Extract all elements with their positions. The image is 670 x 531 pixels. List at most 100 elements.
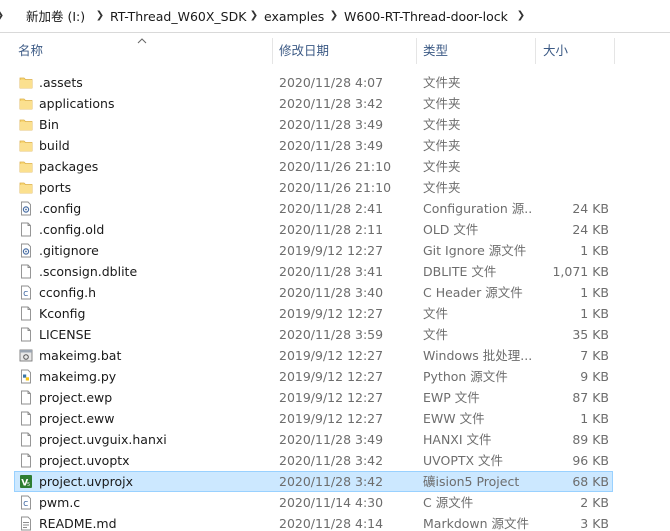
file-row[interactable]: .config 2020/11/28 2:41 Configuration 源...… — [0, 198, 670, 219]
chevron-right-icon[interactable]: ❯ — [515, 9, 527, 23]
file-list: .assets 2020/11/28 4:07 文件夹 applications 202… — [0, 72, 670, 531]
file-name[interactable]: README.md — [39, 515, 271, 531]
file-date: 2019/9/12 12:27 — [279, 411, 384, 426]
file-row[interactable]: packages 2020/11/26 21:10 文件夹 — [0, 156, 670, 177]
file-size: 9 KB — [580, 369, 609, 384]
file-row[interactable]: Ccconfig.h 2020/11/28 3:40 C Header 源文件 1 K… — [0, 282, 670, 303]
file-date: 2020/11/28 3:42 — [279, 474, 384, 489]
file-type: 文件 — [423, 327, 449, 342]
file-name[interactable]: makeimg.bat — [39, 347, 271, 364]
file-name[interactable]: pwm.c — [39, 494, 271, 511]
file-name[interactable]: Bin — [39, 116, 271, 133]
chevron-right-icon[interactable]: ❯ — [94, 9, 106, 23]
breadcrumb-current-folder[interactable]: W600-RT-Thread-door-lock — [344, 8, 508, 25]
file-row[interactable]: README.md 2020/11/28 4:14 Markdown 源文件 3 KB — [0, 513, 670, 531]
file-name[interactable]: .sconsign.dblite — [39, 263, 271, 280]
file-name[interactable]: makeimg.py — [39, 368, 271, 385]
file-row[interactable]: project.eww 2019/9/12 12:27 EWW 文件 1 KB — [0, 408, 670, 429]
column-divider[interactable] — [416, 38, 417, 64]
file-row[interactable]: project.uvguix.hanxi 2020/11/28 3:49 HANXI… — [0, 429, 670, 450]
file-name[interactable]: .config — [39, 200, 271, 217]
file-name[interactable]: cconfig.h — [39, 284, 271, 301]
file-row[interactable]: project.ewp 2019/9/12 12:27 EWP 文件 87 KB — [0, 387, 670, 408]
column-type-header[interactable]: 类型 — [423, 43, 448, 59]
file-type: Markdown 源文件 — [423, 516, 530, 531]
file-name[interactable]: LICENSE — [39, 326, 271, 343]
file-type: Configuration 源... — [423, 201, 533, 216]
breadcrumb-drive[interactable]: 新加卷 (I:) — [26, 8, 85, 25]
svg-text:C: C — [23, 290, 28, 298]
file-type: 文件夹 — [423, 75, 461, 90]
file-row[interactable]: ports 2020/11/26 21:10 文件夹 — [0, 177, 670, 198]
file-name[interactable]: build — [39, 137, 271, 154]
file-type: EWW 文件 — [423, 411, 485, 426]
file-type: Git Ignore 源文件 — [423, 243, 527, 258]
file-name[interactable]: packages — [39, 158, 271, 175]
file-date: 2020/11/28 4:14 — [279, 516, 384, 531]
file-row[interactable]: .sconsign.dblite 2020/11/28 3:41 DBLITE 文件… — [0, 261, 670, 282]
python-file-icon — [19, 369, 33, 384]
column-size-header[interactable]: 大小 — [543, 43, 568, 59]
file-row[interactable]: .config.old 2020/11/28 2:11 OLD 文件 24 KB — [0, 219, 670, 240]
file-size — [540, 137, 609, 154]
file-date: 2020/11/28 3:49 — [279, 138, 384, 153]
breadcrumb-sdk[interactable]: RT-Thread_W60X_SDK — [110, 8, 246, 25]
file-name[interactable]: Kconfig — [39, 305, 271, 322]
file-type: HANXI 文件 — [423, 432, 492, 447]
chevron-right-icon[interactable]: ❯ — [248, 9, 260, 23]
column-divider[interactable] — [614, 38, 615, 64]
file-row[interactable]: applications 2020/11/28 3:42 文件夹 — [0, 93, 670, 114]
sort-ascending-icon — [137, 38, 147, 44]
file-row[interactable]: Cpwm.c 2020/11/14 4:30 C 源文件 2 KB — [0, 492, 670, 513]
file-size: 87 KB — [572, 390, 609, 405]
file-icon — [19, 264, 33, 279]
file-row[interactable]: V 5 project.uvprojx 2020/11/28 3:42 礦ision5 … — [0, 471, 670, 492]
file-size — [540, 74, 609, 91]
file-name[interactable]: .gitignore — [39, 242, 271, 259]
config-file-icon — [19, 243, 33, 258]
file-row[interactable]: makeimg.py 2019/9/12 12:27 Python 源文件 9 KB — [0, 366, 670, 387]
chevron-right-icon[interactable]: ❯ — [0, 9, 6, 23]
file-row[interactable]: LICENSE 2020/11/28 3:59 文件 35 KB — [0, 324, 670, 345]
file-name[interactable]: project.eww — [39, 410, 271, 427]
column-name-header[interactable]: 名称 — [18, 43, 43, 59]
file-type: 文件夹 — [423, 117, 461, 132]
file-size: 68 KB — [572, 474, 609, 489]
file-name[interactable]: project.uvguix.hanxi — [39, 431, 271, 448]
file-row[interactable]: .assets 2020/11/28 4:07 文件夹 — [0, 72, 670, 93]
address-bar[interactable]: ❯ 新加卷 (I:) ❯ RT-Thread_W60X_SDK ❯ exampl… — [0, 0, 670, 33]
file-size: 1 KB — [580, 411, 609, 426]
file-name[interactable]: ports — [39, 179, 271, 196]
file-name[interactable]: project.uvprojx — [39, 473, 271, 490]
file-row[interactable]: makeimg.bat 2019/9/12 12:27 Windows 批处理...… — [0, 345, 670, 366]
file-row[interactable]: Bin 2020/11/28 3:49 文件夹 — [0, 114, 670, 135]
column-divider[interactable] — [272, 38, 273, 64]
folder-icon — [19, 96, 33, 111]
column-divider[interactable] — [535, 38, 536, 64]
file-row[interactable]: Kconfig 2019/9/12 12:27 文件 1 KB — [0, 303, 670, 324]
file-size — [540, 95, 609, 112]
file-name[interactable]: .assets — [39, 74, 271, 91]
file-date: 2019/9/12 12:27 — [279, 390, 384, 405]
file-icon — [19, 306, 33, 321]
file-row[interactable]: .gitignore 2019/9/12 12:27 Git Ignore 源文件 1… — [0, 240, 670, 261]
file-type: 礦ision5 Project — [423, 474, 520, 489]
chevron-right-icon[interactable]: ❯ — [328, 9, 340, 23]
file-type: C 源文件 — [423, 495, 474, 510]
file-icon — [19, 432, 33, 447]
file-name[interactable]: applications — [39, 95, 271, 112]
folder-icon — [19, 117, 33, 132]
folder-icon — [19, 159, 33, 174]
column-date-header[interactable]: 修改日期 — [279, 43, 329, 59]
file-date: 2020/11/28 2:11 — [279, 222, 384, 237]
file-row[interactable]: project.uvoptx 2020/11/28 3:42 UVOPTX 文件 96… — [0, 450, 670, 471]
file-size — [540, 179, 609, 196]
breadcrumb-examples[interactable]: examples — [264, 8, 324, 25]
file-name[interactable]: project.uvoptx — [39, 452, 271, 469]
c-source-icon: C — [19, 495, 33, 510]
file-size: 96 KB — [572, 453, 609, 468]
file-size: 1 KB — [580, 243, 609, 258]
file-name[interactable]: .config.old — [39, 221, 271, 238]
file-row[interactable]: build 2020/11/28 3:49 文件夹 — [0, 135, 670, 156]
file-name[interactable]: project.ewp — [39, 389, 271, 406]
